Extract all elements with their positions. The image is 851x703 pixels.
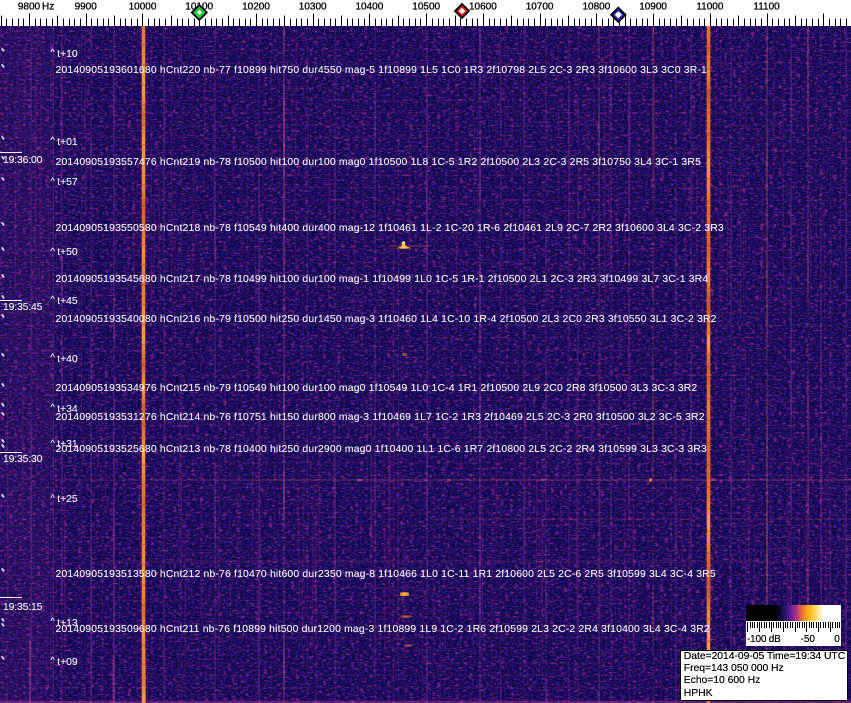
- svg-text:11000: 11000: [696, 2, 724, 13]
- svg-text:10000: 10000: [129, 2, 157, 13]
- svg-text:11100: 11100: [753, 2, 780, 13]
- svg-text:10400: 10400: [355, 2, 383, 13]
- svg-text:10300: 10300: [299, 2, 327, 13]
- svg-text:10200: 10200: [242, 2, 270, 13]
- svg-text:10500: 10500: [412, 2, 440, 13]
- svg-text:9900: 9900: [75, 2, 98, 13]
- svg-text:9800: 9800: [18, 2, 41, 13]
- svg-text:10900: 10900: [639, 2, 667, 13]
- svg-text:10800: 10800: [582, 2, 610, 13]
- svg-text:10700: 10700: [526, 2, 554, 13]
- svg-text:Hz: Hz: [42, 2, 54, 13]
- svg-text:10600: 10600: [469, 2, 497, 13]
